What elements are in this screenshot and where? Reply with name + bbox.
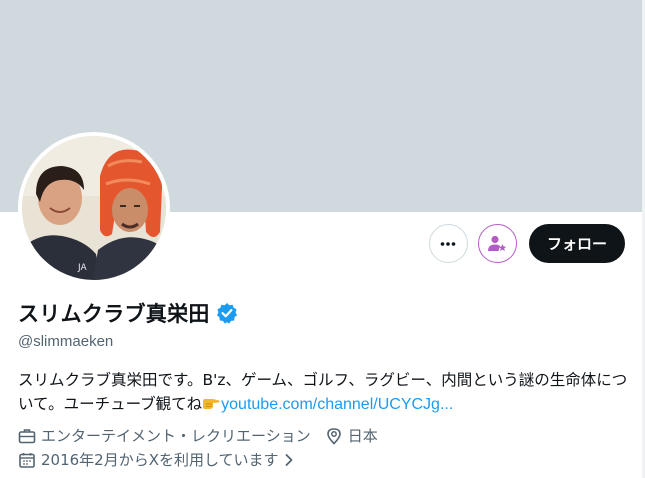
name-row: スリムクラブ真栄田 (18, 298, 238, 328)
user-handle: @slimmaeken (18, 333, 114, 350)
svg-text:JA: JA (77, 263, 87, 273)
calendar-icon (19, 452, 35, 468)
more-button[interactable] (428, 224, 468, 263)
follow-button[interactable]: フォロー (528, 224, 625, 263)
profile-category: エンターテイメント・レクリエーション (41, 427, 311, 445)
profile-bio: スリムクラブ真栄田です。B'z、ゲーム、ゴルフ、ラグビー、内間という謎の生命体に… (18, 368, 628, 417)
subscribe-button[interactable] (477, 224, 517, 263)
verified-badge-icon[interactable] (216, 302, 238, 324)
profile-actions: フォロー (428, 224, 625, 263)
bio-link[interactable]: youtube.com/channel/UCYCJg... (221, 396, 453, 413)
avatar-photo: JA (22, 136, 166, 280)
more-dots-icon (441, 241, 456, 246)
profile-joined: 2016年2月からXを利用しています (41, 451, 279, 469)
pointing-right-hand-emoji (203, 399, 220, 409)
profile-avatar[interactable]: JA (18, 132, 170, 284)
profile-location: 日本 (347, 427, 378, 445)
briefcase-icon (18, 428, 36, 443)
joined-row[interactable]: 2016年2月からXを利用しています (18, 449, 295, 470)
chevron-right-icon (285, 453, 292, 466)
person-star-icon (488, 235, 507, 251)
display-name: スリムクラブ真栄田 (18, 302, 210, 326)
profile-meta-row: エンターテイメント・レクリエーション 日本 (18, 425, 378, 446)
location-pin-icon (326, 427, 341, 445)
